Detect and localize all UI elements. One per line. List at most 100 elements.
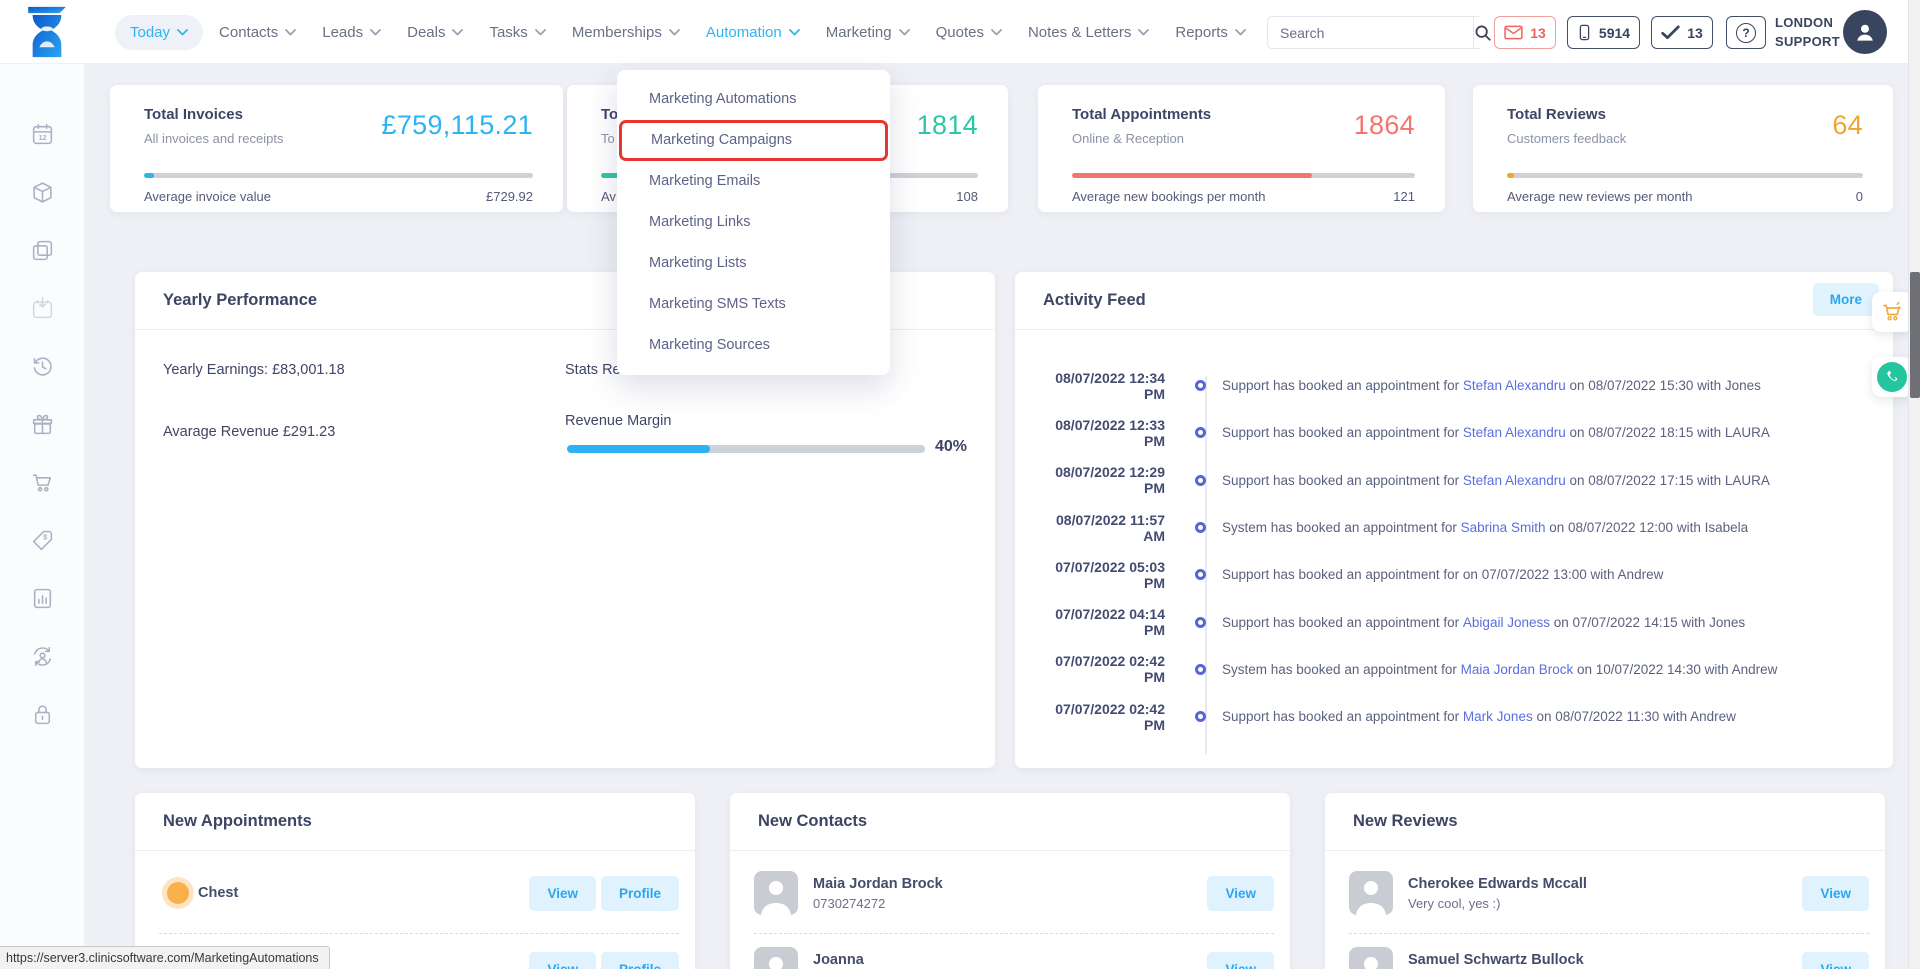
nav-item-today[interactable]: Today bbox=[115, 15, 203, 50]
chevron-down-icon bbox=[991, 29, 1002, 36]
view-button[interactable]: View bbox=[1802, 876, 1869, 911]
contact-row: Maia Jordan Brock 0730274272 View bbox=[754, 857, 1274, 929]
nav-item-quotes[interactable]: Quotes bbox=[926, 15, 1012, 50]
contact-link[interactable]: Abigail Joness bbox=[1463, 615, 1550, 630]
envelope-icon bbox=[1504, 25, 1523, 40]
chevron-down-icon bbox=[669, 29, 680, 36]
profile-button[interactable]: Profile bbox=[601, 952, 679, 969]
stats-refresh-note: Stats Re bbox=[565, 362, 621, 378]
contact-phone: 0730274272 bbox=[813, 896, 943, 911]
average-revenue: Avarage Revenue £291.23 bbox=[163, 424, 335, 440]
feed-time: 07/07/2022 04:14 PM bbox=[1015, 606, 1165, 638]
nav-item-tasks[interactable]: Tasks bbox=[479, 15, 555, 50]
menu-item-marketing-lists[interactable]: Marketing Lists bbox=[617, 243, 890, 284]
more-button[interactable]: More bbox=[1813, 283, 1879, 316]
menu-item-marketing-automations[interactable]: Marketing Automations bbox=[617, 79, 890, 120]
help-badge[interactable]: ? bbox=[1726, 16, 1766, 49]
nav-label: Leads bbox=[322, 24, 363, 41]
floating-cart-button[interactable] bbox=[1872, 292, 1912, 332]
nav-label: Today bbox=[130, 24, 170, 41]
feed-time: 08/07/2022 12:33 PM bbox=[1015, 417, 1165, 449]
revenue-margin-fill bbox=[567, 445, 710, 453]
person-silhouette-icon bbox=[1349, 947, 1393, 969]
nav-item-automation[interactable]: Automation bbox=[696, 15, 810, 50]
activity-feed-list: 08/07/2022 12:34 PM Support has booked a… bbox=[1015, 362, 1893, 740]
menu-item-marketing-sms-texts[interactable]: Marketing SMS Texts bbox=[617, 284, 890, 325]
search-button[interactable] bbox=[1473, 17, 1492, 48]
search-input[interactable] bbox=[1268, 17, 1473, 48]
check-icon bbox=[1661, 25, 1680, 40]
progress-track bbox=[144, 173, 533, 178]
feed-text: System has booked an appointment for Sab… bbox=[1222, 520, 1748, 535]
app-logo[interactable] bbox=[24, 6, 70, 58]
feed-time: 07/07/2022 02:42 PM bbox=[1015, 653, 1165, 685]
tasks-badge[interactable]: 13 bbox=[1651, 16, 1713, 49]
feed-time: 07/07/2022 05:03 PM bbox=[1015, 559, 1165, 591]
menu-item-marketing-sources[interactable]: Marketing Sources bbox=[617, 325, 890, 366]
contact-row: Joanna 07958587777 View bbox=[754, 937, 1274, 969]
view-button[interactable]: View bbox=[1802, 952, 1869, 969]
calls-badge[interactable]: 5914 bbox=[1567, 16, 1640, 49]
mobile-phone-icon bbox=[1577, 22, 1592, 43]
contact-link[interactable]: Stefan Alexandru bbox=[1463, 378, 1566, 393]
price-tag-icon[interactable]: $ bbox=[30, 528, 55, 553]
search-box bbox=[1267, 16, 1483, 49]
view-button[interactable]: View bbox=[529, 952, 596, 969]
nav-item-memberships[interactable]: Memberships bbox=[562, 15, 690, 50]
calendar-import-icon[interactable] bbox=[30, 296, 55, 321]
stat-value: 64 bbox=[1832, 110, 1863, 141]
menu-item-marketing-emails[interactable]: Marketing Emails bbox=[617, 161, 890, 202]
cart-icon[interactable] bbox=[30, 470, 55, 495]
menu-item-marketing-campaigns[interactable]: Marketing Campaigns bbox=[619, 120, 888, 161]
user-avatar[interactable] bbox=[1843, 10, 1887, 54]
stat-value: 1814 bbox=[917, 110, 978, 141]
nav-item-marketing[interactable]: Marketing bbox=[816, 15, 920, 50]
nav-label: Automation bbox=[706, 24, 782, 41]
profile-button[interactable]: Profile bbox=[601, 876, 679, 911]
nav-item-notes-letters[interactable]: Notes & Letters bbox=[1018, 15, 1159, 50]
top-header: Today Contacts Leads Deals Tasks Members… bbox=[0, 0, 1920, 64]
gift-icon[interactable] bbox=[30, 412, 55, 437]
chevron-down-icon bbox=[1138, 29, 1149, 36]
new-reviews-panel: New Reviews Cherokee Edwards Mccall Very… bbox=[1325, 793, 1885, 969]
contact-link[interactable]: Stefan Alexandru bbox=[1463, 425, 1566, 440]
stat-foot-label: Average new bookings per month bbox=[1072, 189, 1265, 204]
scrollbar-thumb[interactable] bbox=[1910, 272, 1920, 398]
copy-icon[interactable] bbox=[30, 238, 55, 263]
nav-item-leads[interactable]: Leads bbox=[312, 15, 391, 50]
messages-badge[interactable]: 13 bbox=[1494, 16, 1556, 49]
report-icon[interactable] bbox=[30, 586, 55, 611]
timeline-dot-icon bbox=[1195, 427, 1206, 438]
stat-foot-value: 121 bbox=[1393, 189, 1415, 204]
nav-item-reports[interactable]: Reports bbox=[1165, 15, 1256, 50]
lock-icon[interactable] bbox=[30, 702, 55, 727]
customer-sync-icon[interactable] bbox=[30, 644, 55, 669]
contact-link[interactable]: Stefan Alexandru bbox=[1463, 473, 1566, 488]
panel-title: New Contacts bbox=[758, 812, 867, 831]
view-button[interactable]: View bbox=[529, 876, 596, 911]
revenue-margin-label: Revenue Margin bbox=[565, 413, 671, 429]
contact-link[interactable]: Maia Jordan Brock bbox=[1461, 662, 1574, 677]
menu-item-marketing-links[interactable]: Marketing Links bbox=[617, 202, 890, 243]
avatar bbox=[1349, 871, 1393, 915]
feed-entry: 08/07/2022 12:33 PM Support has booked a… bbox=[1015, 409, 1893, 456]
contact-link[interactable]: Mark Jones bbox=[1463, 709, 1533, 724]
feed-text: Support has booked an appointment for St… bbox=[1222, 473, 1770, 488]
view-button[interactable]: View bbox=[1207, 876, 1274, 911]
package-icon[interactable] bbox=[30, 180, 55, 205]
chevron-down-icon bbox=[452, 29, 463, 36]
nav-item-contacts[interactable]: Contacts bbox=[209, 15, 306, 50]
branch-line2: SUPPORT bbox=[1775, 32, 1840, 51]
view-button[interactable]: View bbox=[1207, 952, 1274, 969]
chevron-down-icon bbox=[899, 29, 910, 36]
stat-foot-label: Av bbox=[601, 189, 616, 204]
floating-call-button[interactable] bbox=[1872, 357, 1912, 397]
contact-link[interactable]: Sabrina Smith bbox=[1461, 520, 1546, 535]
nav-item-deals[interactable]: Deals bbox=[397, 15, 473, 50]
feed-entry: 08/07/2022 12:29 PM Support has booked a… bbox=[1015, 457, 1893, 504]
reviewer-name: Cherokee Edwards Mccall bbox=[1408, 876, 1587, 892]
nav-label: Memberships bbox=[572, 24, 662, 41]
calendar-icon[interactable]: 12 bbox=[30, 122, 55, 147]
history-icon[interactable] bbox=[30, 354, 55, 379]
dashboard-page: Today Contacts Leads Deals Tasks Members… bbox=[0, 0, 1920, 969]
